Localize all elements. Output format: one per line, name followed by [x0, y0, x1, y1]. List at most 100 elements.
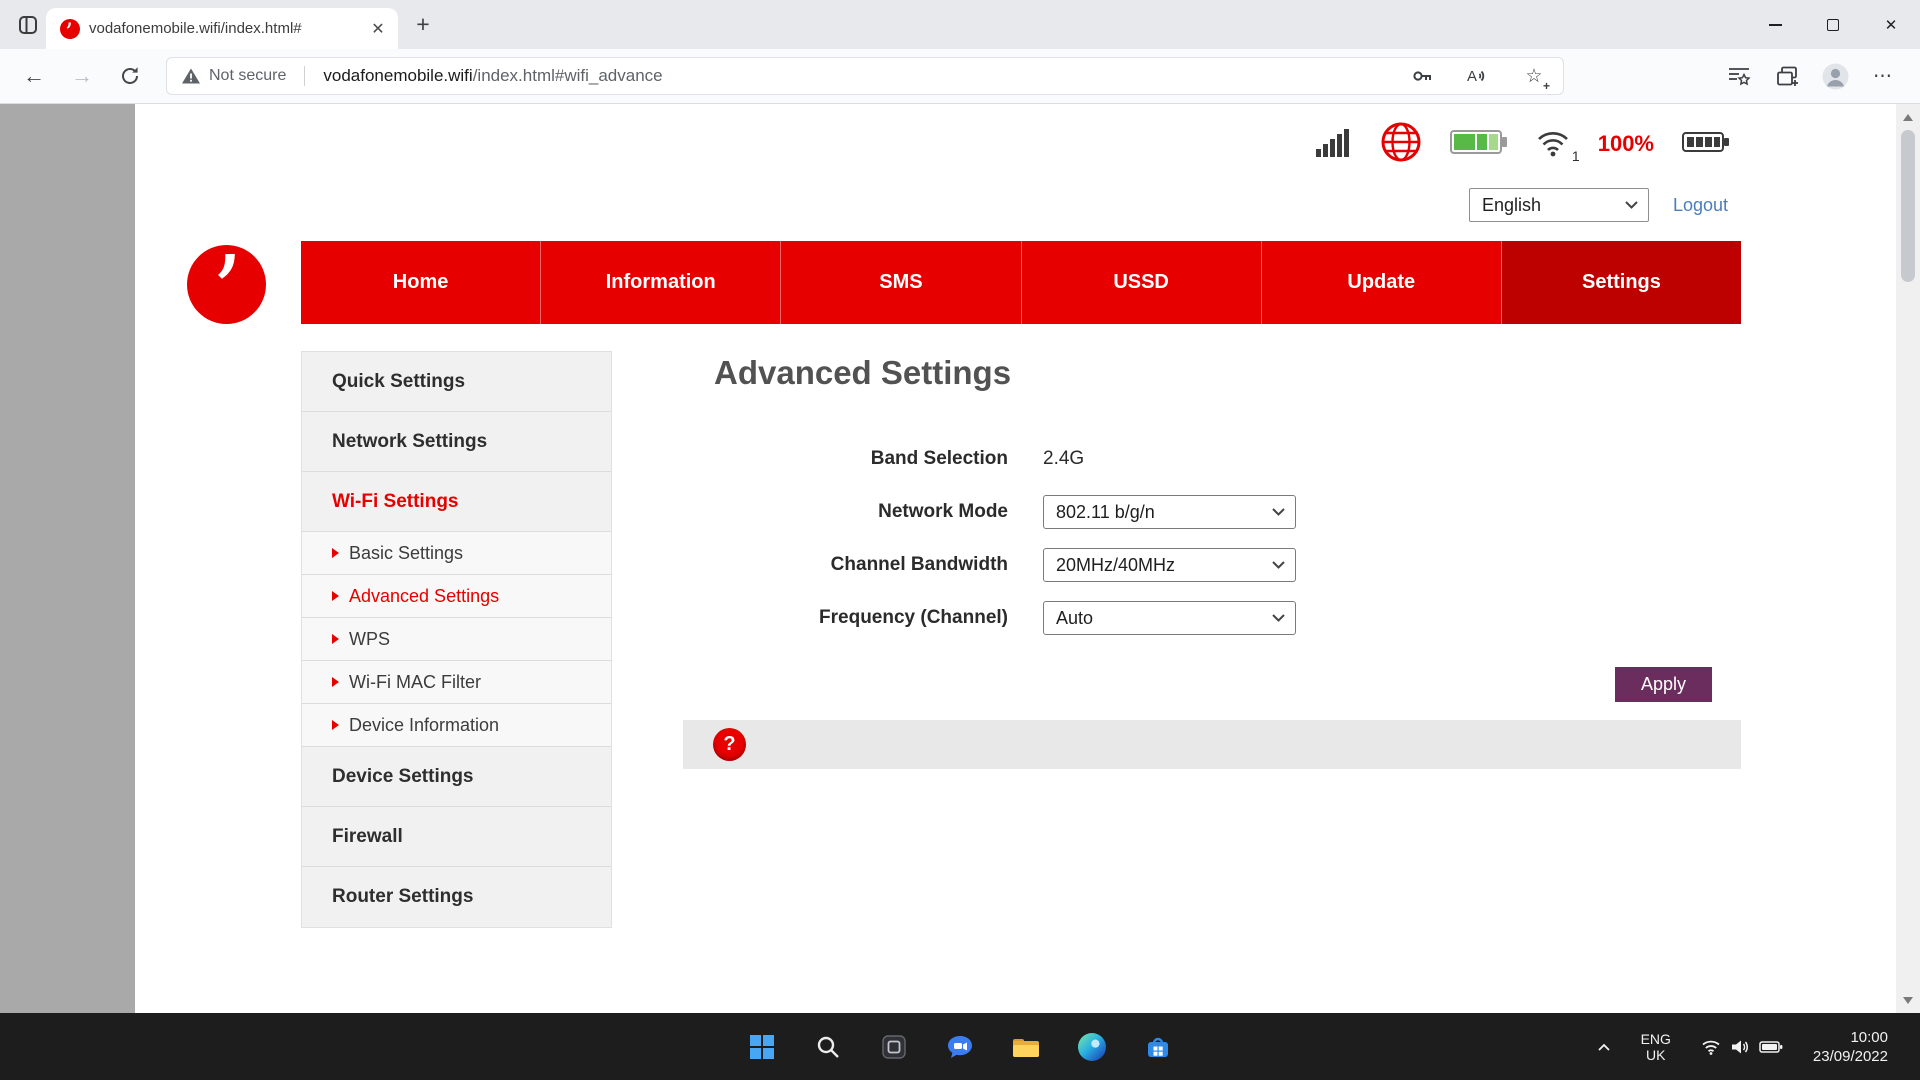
- apply-button[interactable]: Apply: [1615, 667, 1712, 702]
- wifi-connected-count: 1: [1571, 147, 1580, 164]
- window-close-button[interactable]: ✕: [1862, 0, 1920, 49]
- clock-date-text: 23/09/2022: [1812, 1047, 1888, 1065]
- browser-tab[interactable]: ’ vodafonemobile.wifi/index.html# ✕: [46, 8, 398, 49]
- battery-outline-icon: [1682, 129, 1730, 160]
- network-mode-label: Network Mode: [878, 501, 1008, 522]
- password-key-icon[interactable]: [1407, 61, 1437, 91]
- forward-button: →: [62, 56, 102, 96]
- nav-item-information[interactable]: Information: [541, 241, 782, 324]
- svg-text:A: A: [1467, 68, 1477, 85]
- maximize-icon: [1827, 18, 1839, 31]
- security-chip[interactable]: Not secure: [181, 67, 286, 85]
- window-minimize-button[interactable]: [1746, 0, 1804, 49]
- wifi-devices-icon: 1: [1536, 127, 1580, 164]
- collections-icon[interactable]: [1772, 61, 1802, 91]
- chevron-down-icon: [1272, 561, 1285, 569]
- nav-item-sms[interactable]: SMS: [781, 241, 1022, 324]
- sidebar-item-label: Device Information: [349, 714, 500, 735]
- nav-label: Update: [1347, 271, 1416, 293]
- scrollbar-thumb[interactable]: [1901, 130, 1915, 282]
- search-icon[interactable]: [806, 1025, 850, 1069]
- frequency-channel-select[interactable]: Auto: [1043, 601, 1296, 635]
- vodafone-favicon: ’: [60, 18, 80, 47]
- form-row-band-selection: Band Selection 2.4G: [135, 442, 1896, 476]
- minimize-icon: [1768, 23, 1782, 26]
- select-value: Auto: [1056, 607, 1094, 628]
- profile-avatar[interactable]: [1820, 61, 1850, 91]
- read-aloud-icon[interactable]: A: [1463, 61, 1493, 91]
- quick-settings-cluster[interactable]: [1695, 1033, 1789, 1061]
- nav-item-update[interactable]: Update: [1262, 241, 1502, 324]
- network-mode-select[interactable]: 802.11 b/g/n: [1043, 495, 1296, 529]
- sidebar-item-firewall[interactable]: Firewall: [302, 807, 611, 867]
- address-bar[interactable]: Not secure vodafonemobile.wifi/index.htm…: [166, 57, 1564, 95]
- sidebar-item-quick-settings[interactable]: Quick Settings: [302, 352, 611, 412]
- help-bar: ?: [683, 720, 1741, 769]
- language-select[interactable]: English: [1468, 188, 1649, 222]
- sidebar-item-device-settings[interactable]: Device Settings: [302, 747, 611, 807]
- security-label: Not secure: [209, 67, 287, 84]
- sidebar-item-device-information[interactable]: Device Information: [302, 704, 611, 747]
- edge-icon[interactable]: [1070, 1025, 1114, 1069]
- select-value: 802.11 b/g/n: [1056, 501, 1155, 522]
- form-row-network-mode: Network Mode 802.11 b/g/n: [135, 495, 1896, 529]
- settings-more-icon[interactable]: ⋯: [1868, 61, 1898, 91]
- sidebar-item-router-settings[interactable]: Router Settings: [302, 867, 611, 927]
- divider: [304, 66, 306, 86]
- sidebar-item-label: Wi-Fi MAC Filter: [349, 671, 481, 692]
- battery-tray-icon: [1759, 1040, 1783, 1053]
- store-icon[interactable]: [1136, 1025, 1180, 1069]
- url-path: /index.html#wifi_advance: [472, 66, 663, 85]
- sidebar-item-wifi-mac-filter[interactable]: Wi-Fi MAC Filter: [302, 661, 611, 704]
- select-value: 20MHz/40MHz: [1056, 554, 1176, 575]
- logout-link[interactable]: Logout: [1673, 195, 1728, 216]
- new-tab-button[interactable]: +: [406, 8, 440, 42]
- battery-charging-icon: [1449, 128, 1508, 161]
- tab-bar: ’ vodafonemobile.wifi/index.html# ✕ + ✕: [0, 0, 1920, 49]
- input-language-switcher[interactable]: ENG UK: [1635, 1025, 1677, 1069]
- clock-date[interactable]: 10:00 23/09/2022: [1807, 1022, 1894, 1072]
- advanced-settings-form: Band Selection 2.4G Network Mode 802.11 …: [135, 442, 1896, 654]
- nav-item-settings[interactable]: Settings: [1501, 241, 1742, 324]
- vodafone-mark: ’: [65, 17, 73, 47]
- task-view-icon[interactable]: [872, 1025, 916, 1069]
- nav-item-ussd[interactable]: USSD: [1022, 241, 1262, 324]
- refresh-button[interactable]: [110, 56, 150, 96]
- plus-glyph: +: [1542, 79, 1550, 93]
- system-tray: ENG UK 10:00 23/09/2022: [1591, 1013, 1894, 1080]
- chat-icon[interactable]: [938, 1025, 982, 1069]
- tab-close-icon[interactable]: ✕: [366, 17, 390, 41]
- windows-taskbar: ENG UK 10:00 23/09/2022: [0, 1013, 1920, 1080]
- tab-actions-icon[interactable]: [10, 7, 46, 43]
- vodafone-logo: ’: [187, 245, 266, 324]
- browser-scrollbar[interactable]: [1896, 104, 1920, 1013]
- help-icon[interactable]: ?: [713, 728, 746, 761]
- channel-bandwidth-label: Channel Bandwidth: [830, 554, 1008, 575]
- window-maximize-button[interactable]: [1804, 0, 1862, 49]
- main-navigation: Home Information SMS USSD Update Setting…: [301, 241, 1742, 324]
- band-selection-value: 2.4G: [1043, 448, 1085, 469]
- language-region: UK: [1646, 1046, 1666, 1063]
- vodafone-mark: ’: [211, 245, 243, 324]
- scrollbar-down-arrow[interactable]: [1896, 987, 1920, 1013]
- browser-viewport: 1 100% English Logout ’ Home Information…: [0, 104, 1920, 1013]
- add-favorite-star-icon[interactable]: ☆ +: [1519, 61, 1550, 94]
- nav-item-home[interactable]: Home: [301, 241, 542, 324]
- screen: ’ vodafonemobile.wifi/index.html# ✕ + ✕ …: [0, 0, 1920, 1080]
- nav-label: USSD: [1113, 271, 1169, 293]
- channel-bandwidth-select[interactable]: 20MHz/40MHz: [1043, 548, 1296, 582]
- back-button[interactable]: ←: [14, 56, 54, 96]
- nav-label: SMS: [879, 271, 923, 293]
- file-explorer-icon[interactable]: [1004, 1025, 1048, 1069]
- window-controls: ✕: [1746, 0, 1920, 49]
- hidden-icons-chevron[interactable]: [1591, 1036, 1617, 1058]
- scrollbar-up-arrow[interactable]: [1896, 104, 1920, 130]
- chevron-down-icon: [1272, 614, 1285, 622]
- signal-bars-icon: [1315, 127, 1352, 162]
- form-row-channel-bandwidth: Channel Bandwidth 20MHz/40MHz: [135, 548, 1896, 582]
- start-button[interactable]: [740, 1025, 784, 1069]
- favorites-hub-icon[interactable]: [1724, 61, 1754, 91]
- language-selected: English: [1481, 194, 1541, 215]
- red-caret-icon: [332, 677, 339, 687]
- edge-logo: [1078, 1032, 1106, 1061]
